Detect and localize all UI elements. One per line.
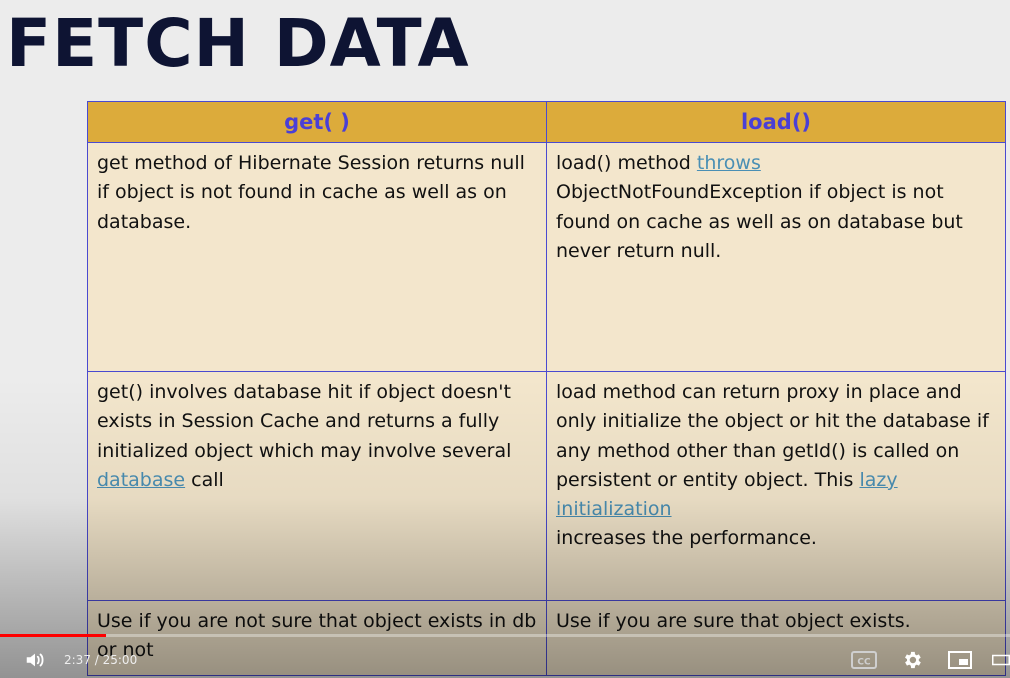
- header-get: get( ): [87, 101, 547, 143]
- settings-button[interactable]: [896, 642, 928, 678]
- table-row: get() involves database hit if object do…: [87, 371, 1006, 601]
- cell-text: call: [185, 468, 224, 491]
- cell-text: load() method: [556, 152, 697, 174]
- cell-text: get method of Hibernate Session returns …: [97, 152, 525, 233]
- progress-bar[interactable]: [0, 634, 1010, 637]
- theater-mode-icon: [992, 654, 1010, 666]
- cell-get-1: get method of Hibernate Session returns …: [87, 142, 547, 372]
- cell-text: get() involves database hit if object do…: [97, 381, 512, 462]
- database-link[interactable]: database: [97, 469, 185, 491]
- progress-played: [0, 634, 107, 637]
- volume-button[interactable]: [20, 642, 50, 678]
- throws-link[interactable]: throws: [697, 152, 761, 174]
- cell-text: Use if you are sure that object exists.: [556, 610, 911, 632]
- table-header-row: get( ) load(): [87, 101, 1006, 143]
- cell-text: ObjectNotFoundException if object is not…: [556, 181, 963, 262]
- svg-text:CC: CC: [857, 658, 871, 668]
- cell-load-1: load() method throws ObjectNotFoundExcep…: [546, 142, 1006, 372]
- player-controls: 2:37 / 25:00 CC: [0, 642, 1010, 678]
- cc-icon: CC: [851, 651, 877, 669]
- table-row: get method of Hibernate Session returns …: [87, 142, 1006, 372]
- cell-text: increases the performance.: [556, 527, 817, 550]
- miniplayer-icon: [948, 651, 972, 669]
- header-load: load(): [546, 101, 1006, 143]
- time-display: 2:37 / 25:00: [64, 653, 138, 667]
- slide-title: FETCH DATA: [6, 5, 470, 82]
- settings-gear-icon: [905, 651, 921, 669]
- cell-text: load method can return proxy in place an…: [556, 381, 989, 491]
- comparison-table: get( ) load() get method of Hibernate Se…: [87, 101, 1006, 676]
- miniplayer-button[interactable]: [944, 642, 976, 678]
- volume-icon: [26, 653, 44, 667]
- cell-load-2: load method can return proxy in place an…: [546, 371, 1006, 601]
- theater-mode-button[interactable]: [992, 642, 1010, 678]
- cell-get-2: get() involves database hit if object do…: [87, 371, 547, 601]
- captions-button[interactable]: CC: [848, 642, 880, 678]
